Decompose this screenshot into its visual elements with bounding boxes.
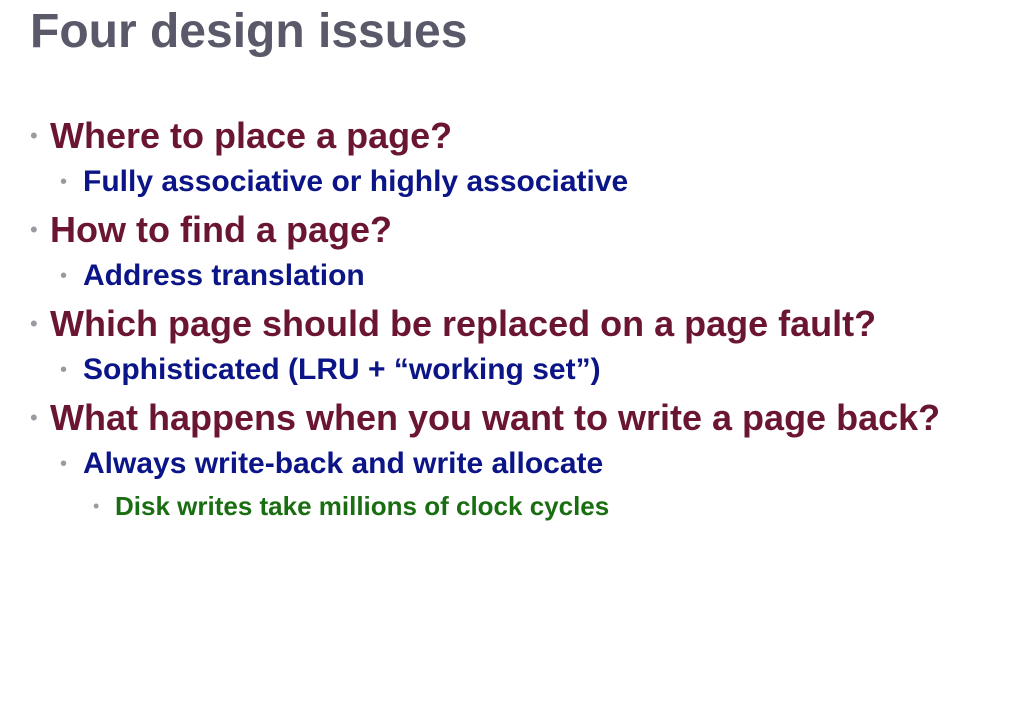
bullet-text: Address translation (83, 259, 365, 292)
bullet-icon: • (30, 311, 38, 336)
bullet-text: Sophisticated (LRU + “working set”) (83, 353, 601, 386)
bullet-item-where-to-place: • Where to place a page? (0, 112, 970, 160)
bullet-text: What happens when you want to write a pa… (50, 397, 941, 438)
sub-sub-bullet-item-disk-writes: • Disk writes take millions of clock cyc… (0, 488, 1016, 524)
sub-bullet-item-write-allocate: • Always write-back and write allocate (0, 444, 1016, 484)
slide: Four design issues • Where to place a pa… (0, 0, 1016, 715)
bullet-item-how-to-find: • How to find a page? (0, 206, 970, 254)
bullet-icon: • (60, 171, 68, 193)
bullet-text: Which page should be replaced on a page … (50, 303, 877, 344)
bullet-text: Disk writes take millions of clock cycle… (115, 491, 610, 521)
sub-bullet-item-address-translation: • Address translation (0, 256, 1016, 296)
sub-bullet-item-lru: • Sophisticated (LRU + “working set”) (0, 350, 1016, 390)
bullet-icon: • (30, 405, 38, 430)
bullet-item-write-back: • What happens when you want to write a … (0, 394, 970, 442)
bullet-icon: • (93, 496, 100, 516)
bullet-icon: • (60, 265, 68, 287)
bullet-text: How to find a page? (50, 209, 392, 250)
bullet-icon: • (30, 217, 38, 242)
bullet-icon: • (60, 453, 68, 475)
sub-bullet-item-associativity: • Fully associative or highly associativ… (0, 162, 1016, 202)
bullet-text: Always write-back and write allocate (83, 447, 604, 480)
bullet-item-replacement: • Which page should be replaced on a pag… (0, 300, 970, 348)
bullet-text: Where to place a page? (50, 115, 453, 156)
bullet-icon: • (30, 123, 38, 148)
bullet-list: • Where to place a page? • Fully associa… (0, 110, 1016, 524)
slide-title: Four design issues (30, 5, 468, 58)
bullet-icon: • (60, 359, 68, 381)
bullet-text: Fully associative or highly associative (83, 165, 629, 198)
